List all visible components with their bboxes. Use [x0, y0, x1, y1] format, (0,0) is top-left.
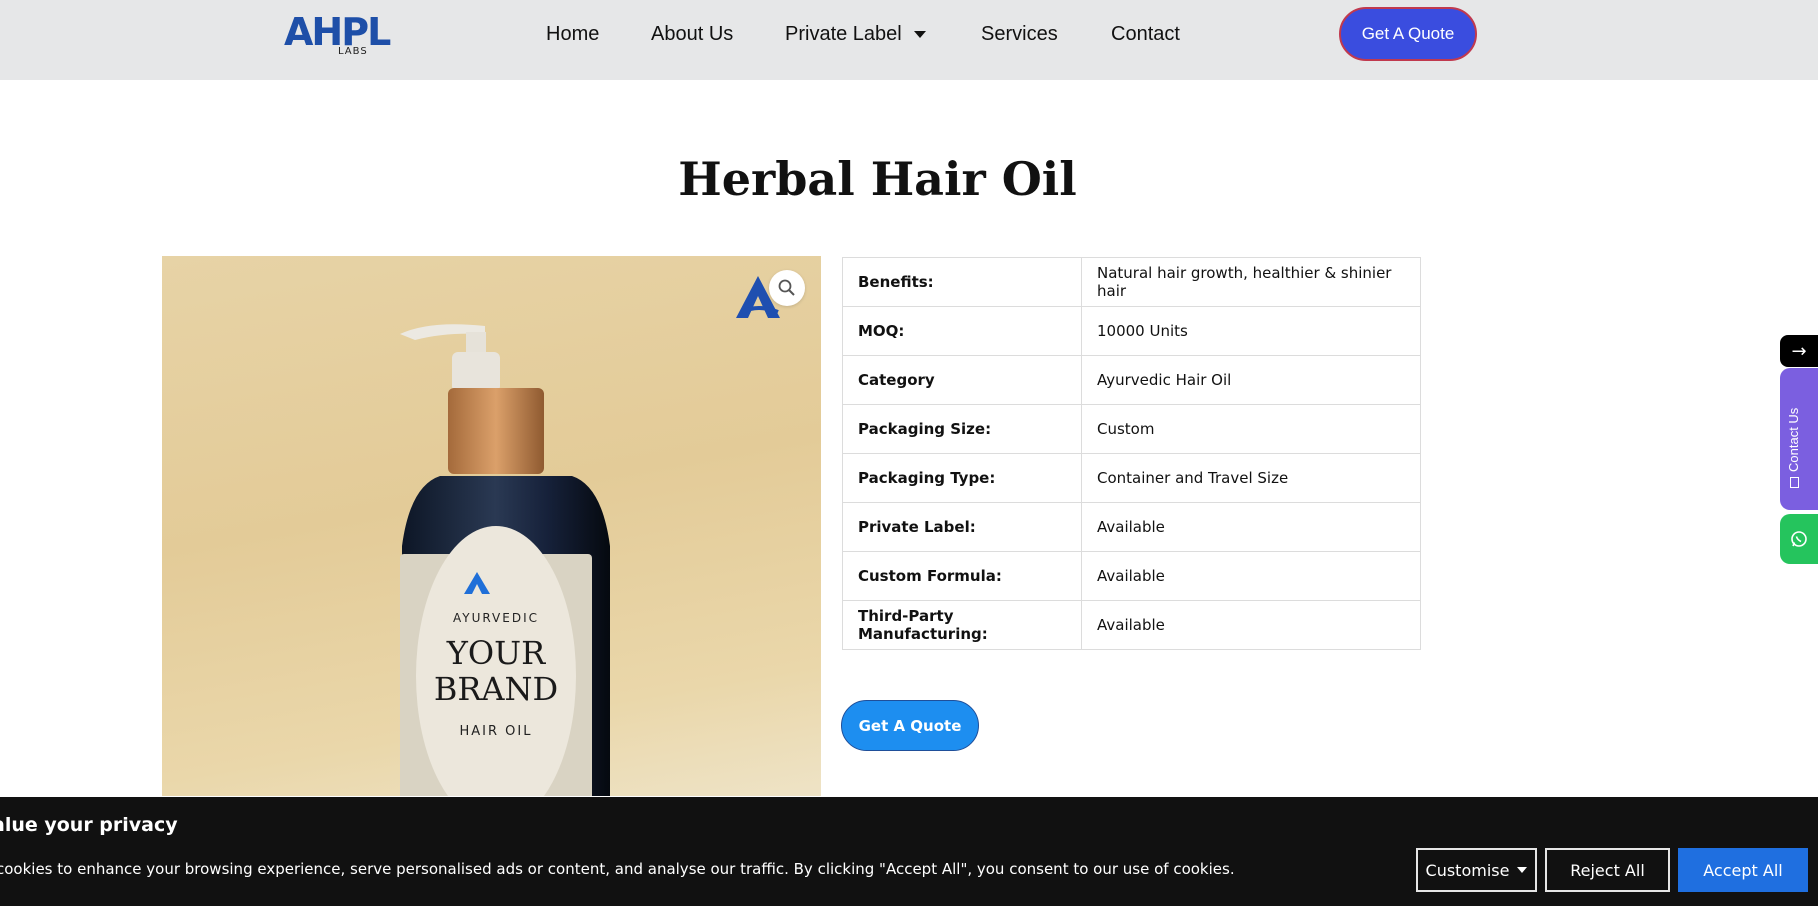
spec-label: Benefits:: [842, 257, 1082, 307]
spec-label: Packaging Type:: [842, 453, 1082, 503]
logo-subtitle: LABS: [338, 46, 368, 57]
spec-label: Packaging Size:: [842, 404, 1082, 454]
table-row: Packaging Type: Container and Travel Siz…: [842, 453, 1421, 503]
nav-private-label[interactable]: Private Label: [785, 23, 926, 46]
label-your: YOUR: [446, 634, 546, 672]
product-spec-table: Benefits: Natural hair growth, healthier…: [842, 257, 1421, 650]
label-ayurvedic: AYURVEDIC: [452, 611, 540, 625]
label-hair-oil: HAIR OIL: [459, 724, 533, 739]
envelope-icon: [1790, 477, 1800, 488]
chevron-down-icon: [913, 31, 926, 39]
nav-contact[interactable]: Contact: [1111, 23, 1180, 46]
magnifier-icon: [778, 279, 795, 296]
product-get-quote-button[interactable]: Get A Quote: [841, 700, 979, 751]
contact-us-text: Contact Us: [1786, 407, 1801, 472]
table-row: Private Label: Available: [842, 502, 1421, 552]
header-get-quote-button[interactable]: Get A Quote: [1339, 7, 1477, 61]
spec-value: Available: [1081, 551, 1421, 601]
arrow-right-icon: →: [1791, 340, 1807, 362]
accept-all-button[interactable]: Accept All: [1678, 848, 1808, 892]
spec-value: Custom: [1081, 404, 1421, 454]
nav-services[interactable]: Services: [981, 23, 1058, 46]
spec-label: MOQ:: [842, 306, 1082, 356]
table-row: Custom Formula: Available: [842, 551, 1421, 601]
spec-value: Container and Travel Size: [1081, 453, 1421, 503]
table-row: Benefits: Natural hair growth, healthier…: [842, 257, 1421, 307]
spec-value: Available: [1081, 502, 1421, 552]
spec-value: Ayurvedic Hair Oil: [1081, 355, 1421, 405]
spec-value: Natural hair growth, healthier & shinier…: [1081, 257, 1421, 307]
customise-label: Customise: [1425, 860, 1510, 880]
spec-label: Private Label:: [842, 502, 1082, 552]
table-row: MOQ: 10000 Units: [842, 306, 1421, 356]
spec-value: 10000 Units: [1081, 306, 1421, 356]
table-row: Category Ayurvedic Hair Oil: [842, 355, 1421, 405]
whatsapp-icon: [1791, 531, 1807, 547]
contact-us-tab[interactable]: Contact Us: [1780, 368, 1818, 510]
spec-label: Third-Party Manufacturing:: [842, 600, 1082, 650]
product-title: Herbal Hair Oil: [678, 152, 1077, 206]
site-logo[interactable]: AHPL LABS: [284, 13, 391, 58]
table-row: Packaging Size: Custom: [842, 404, 1421, 454]
label-brand: BRAND: [433, 670, 559, 708]
product-image[interactable]: AYURVEDIC YOUR BRAND HAIR OIL: [162, 256, 821, 796]
spec-label: Category: [842, 355, 1082, 405]
whatsapp-tab[interactable]: [1780, 514, 1818, 564]
site-header: AHPL LABS Home About Us Private Label Se…: [0, 0, 1818, 80]
logo-wordmark: AHPL: [284, 10, 391, 54]
contact-us-label: Contact Us: [1786, 408, 1801, 488]
side-panel-toggle[interactable]: →: [1780, 335, 1818, 367]
zoom-button[interactable]: [769, 270, 805, 306]
cookie-title: alue your privacy: [0, 814, 178, 836]
customise-button[interactable]: Customise: [1416, 848, 1537, 892]
spec-value: Available: [1081, 600, 1421, 650]
table-row: Third-Party Manufacturing: Available: [842, 600, 1421, 650]
spec-label: Custom Formula:: [842, 551, 1082, 601]
cookie-text: cookies to enhance your browsing experie…: [0, 860, 1235, 878]
bottle-illustration: [400, 324, 610, 796]
nav-about-us[interactable]: About Us: [651, 23, 733, 46]
nav-home[interactable]: Home: [546, 23, 599, 46]
nav-private-label-text: Private Label: [785, 23, 902, 45]
cookie-banner: alue your privacy cookies to enhance you…: [0, 797, 1818, 906]
brand-mark-icon: [464, 572, 490, 594]
reject-all-button[interactable]: Reject All: [1545, 848, 1670, 892]
chevron-down-icon: [1517, 867, 1528, 873]
